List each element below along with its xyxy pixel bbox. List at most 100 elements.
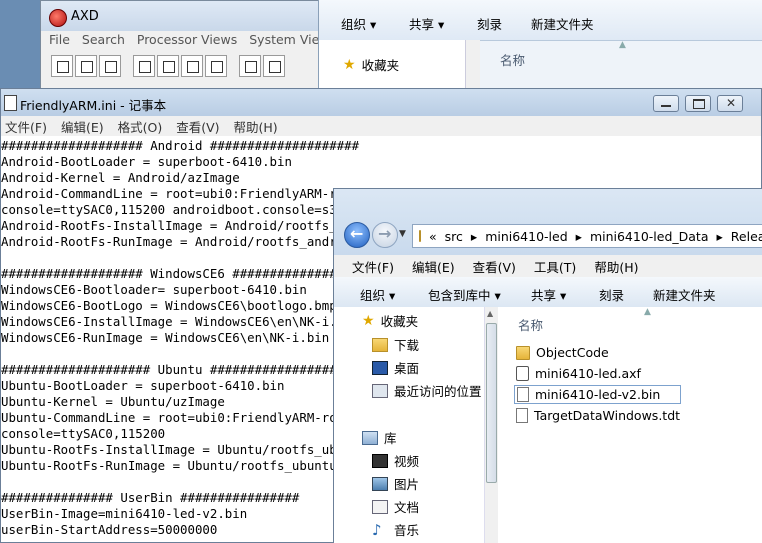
open-folder-icon[interactable] (133, 55, 155, 77)
nav-recent-places[interactable]: 最近访问的位置 (372, 381, 482, 400)
documents-icon (372, 499, 388, 514)
back-button[interactable]: ← (344, 222, 370, 248)
find-icon[interactable] (239, 55, 261, 77)
file-name: TargetDataWindows.tdt (534, 408, 681, 423)
copy-icon[interactable] (205, 55, 227, 77)
sort-arrow-icon: ▲ (619, 40, 626, 50)
share-button[interactable]: 共享 ▾ (531, 285, 566, 304)
star-icon: ★ (362, 312, 375, 329)
notepad-menu-help[interactable]: 帮助(H) (234, 117, 278, 136)
organize-button[interactable]: 组织 ▾ (360, 285, 395, 304)
load-image-icon[interactable] (51, 55, 73, 77)
nav-music[interactable]: ♪ 音乐 (372, 520, 419, 539)
explorer-window-front[interactable]: ← → ▼ « src ▸ mini6410-led ▸ mini6410-le… (333, 188, 762, 543)
notepad-menu-format[interactable]: 格式(O) (118, 117, 163, 136)
name-column-header[interactable]: 名称 (518, 315, 543, 334)
include-in-library-button[interactable]: 包含到库中 ▾ (428, 285, 501, 304)
close-button[interactable]: ✕ (717, 95, 743, 112)
save-all-icon[interactable] (181, 55, 203, 77)
scroll-thumb[interactable] (486, 323, 497, 483)
new-folder-button[interactable]: 新建文件夹 (531, 14, 594, 33)
explorer-menu-file[interactable]: 文件(F) (352, 257, 394, 276)
reload-image-icon[interactable] (75, 55, 97, 77)
breadcrumb-release[interactable]: Release (731, 229, 762, 244)
axd-menu-processor-views[interactable]: Processor Views (137, 32, 237, 50)
nav-downloads[interactable]: 下载 (372, 335, 419, 354)
favorites-label: 收藏夹 (361, 58, 400, 73)
file-item[interactable]: ObjectCode (516, 345, 609, 360)
axd-menu-search[interactable]: Search (82, 32, 125, 50)
axd-titlebar[interactable]: AXD (41, 1, 329, 31)
nav-desktop[interactable]: 桌面 (372, 358, 419, 377)
file-item[interactable]: mini6410-led.axf (516, 366, 641, 381)
breadcrumb-src[interactable]: src (445, 229, 463, 244)
nav-libraries[interactable]: 库 (362, 428, 397, 447)
nav-pictures-label: 图片 (394, 477, 420, 492)
explorer-navpane: ★ 收藏夹 下载 桌面 最近访问的位置 库 视频 图片 文档 ♪ 音乐 (334, 307, 484, 543)
explorer-menu-view[interactable]: 查看(V) (473, 257, 516, 276)
explorer-menu-edit[interactable]: 编辑(E) (412, 257, 455, 276)
document-icon (516, 408, 528, 423)
notepad-menu-edit[interactable]: 编辑(E) (61, 117, 104, 136)
text-line: ################### Android ############… (1, 138, 360, 153)
burn-button[interactable]: 刻录 (599, 285, 624, 304)
scroll-up-icon[interactable]: ▲ (487, 309, 493, 318)
notepad-menu-file[interactable]: 文件(F) (5, 117, 47, 136)
find-next-icon[interactable] (263, 55, 285, 77)
history-dropdown-icon[interactable]: ▼ (399, 229, 406, 239)
file-item[interactable]: TargetDataWindows.tdt (516, 408, 680, 423)
nav-favorites[interactable]: ★ 收藏夹 (362, 311, 418, 330)
name-column-header[interactable]: 名称 (500, 50, 525, 69)
reset-icon[interactable] (99, 55, 121, 77)
nav-videos[interactable]: 视频 (372, 451, 419, 470)
new-folder-button[interactable]: 新建文件夹 (653, 285, 716, 304)
music-icon: ♪ (372, 520, 382, 539)
axd-menubar: File Search Processor Views System View (49, 32, 329, 50)
explorer-back-toolbar: 组织 ▾ 共享 ▾ 刻录 新建文件夹 (319, 0, 762, 41)
address-breadcrumb[interactable]: « src ▸ mini6410-led ▸ mini6410-led_Data… (412, 224, 762, 248)
nav-desktop-label: 桌面 (394, 361, 420, 376)
maximize-button[interactable] (685, 95, 711, 112)
breadcrumb-data[interactable]: mini6410-led_Data (590, 229, 709, 244)
videos-icon (372, 453, 388, 468)
breadcrumb-separator[interactable]: ▸ (576, 229, 582, 244)
breadcrumb-separator[interactable]: ▸ (471, 229, 477, 244)
breadcrumb-overflow[interactable]: « (429, 229, 437, 244)
organize-button[interactable]: 组织 ▾ (341, 14, 376, 33)
navpane-scrollbar[interactable]: ▲ (484, 307, 499, 543)
notepad-titlebar[interactable]: FriendlyARM.ini - 记事本 ✕ (1, 89, 761, 116)
file-name: ObjectCode (536, 345, 609, 360)
nav-videos-label: 视频 (394, 454, 420, 469)
nav-documents[interactable]: 文档 (372, 497, 419, 516)
back-arrow-icon: ← (350, 224, 364, 243)
close-icon: ✕ (726, 96, 737, 110)
explorer-menu-tools[interactable]: 工具(T) (534, 257, 576, 276)
folder-icon (419, 230, 421, 242)
burn-button[interactable]: 刻录 (477, 14, 502, 33)
nav-recent-places-label: 最近访问的位置 (394, 384, 482, 399)
explorer-window-back[interactable]: 组织 ▾ 共享 ▾ 刻录 新建文件夹 ★ 收藏夹 名称 ▲ (318, 0, 762, 90)
nav-documents-label: 文档 (394, 500, 420, 515)
file-name: mini6410-led.axf (535, 366, 641, 381)
save-icon[interactable] (157, 55, 179, 77)
minimize-icon (661, 105, 671, 107)
share-button[interactable]: 共享 ▾ (409, 14, 444, 33)
axd-window[interactable]: AXD File Search Processor Views System V… (40, 0, 330, 95)
breadcrumb-separator[interactable]: ▸ (717, 229, 723, 244)
file-name: mini6410-led-v2.bin (535, 387, 661, 402)
forward-button[interactable]: → (372, 222, 398, 248)
breadcrumb-mini6410-led[interactable]: mini6410-led (485, 229, 567, 244)
nav-pictures[interactable]: 图片 (372, 474, 419, 493)
minimize-button[interactable] (653, 95, 679, 112)
notepad-menu-view[interactable]: 查看(V) (176, 117, 219, 136)
axd-menu-file[interactable]: File (49, 32, 70, 50)
file-item-selected[interactable]: mini6410-led-v2.bin (514, 385, 682, 404)
explorer-menu-help[interactable]: 帮助(H) (594, 257, 638, 276)
nav-downloads-label: 下载 (394, 338, 420, 353)
recent-places-icon (372, 383, 388, 398)
nav-favorites-label: 收藏夹 (380, 314, 419, 329)
favorites-item[interactable]: ★ 收藏夹 (343, 55, 399, 74)
axd-title: AXD (71, 9, 99, 24)
axd-app-icon (49, 9, 67, 27)
explorer-back-header: 名称 ▲ (484, 40, 762, 80)
